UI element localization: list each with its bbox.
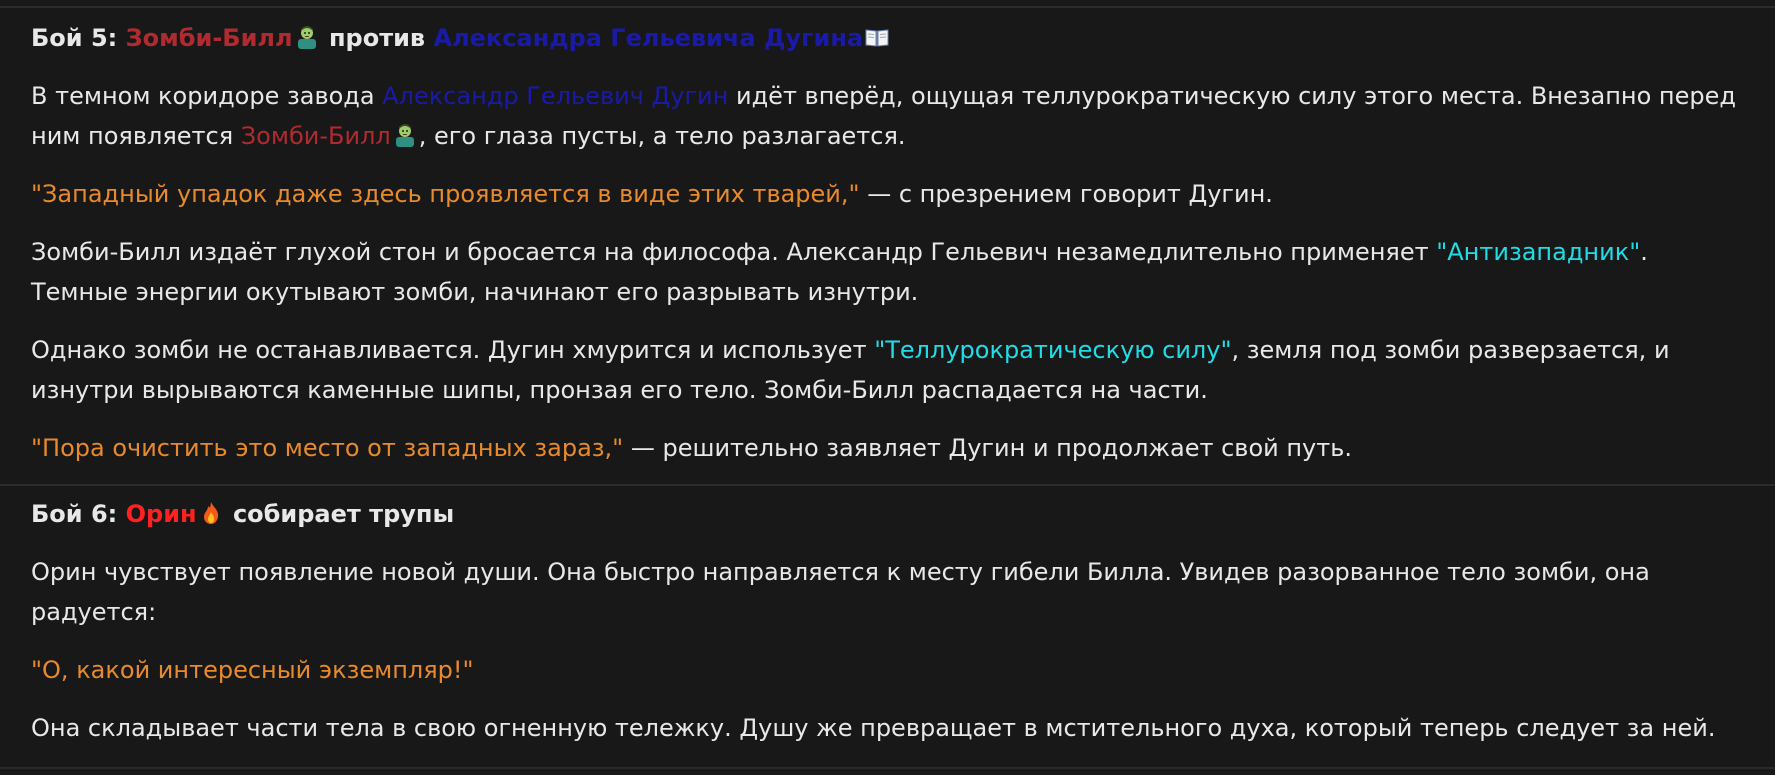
text-segment: ним появляется — [31, 122, 234, 150]
fight-5-heading: Бой 5: Зомби-Билл против Александра Гель… — [31, 18, 1775, 58]
fire-emoji-icon — [198, 498, 224, 524]
text-segment: изнутри вырываются каменные шипы, пронза… — [31, 376, 1208, 404]
text-segment: . — [1640, 238, 1648, 266]
chat-page: Бой 5: Зомби-Билл против Александра Гель… — [0, 0, 1775, 775]
fight-6-paragraph-1: Орин чувствует появление новой души. Она… — [31, 552, 1775, 632]
dugin-quote-2: "Пора очистить это место от западных зар… — [31, 434, 624, 462]
text-segment: Она складывает части тела в свою огненну… — [31, 714, 1716, 742]
fight-5-prefix: Бой 5: — [31, 24, 118, 52]
skill-tellurocratic-force: "Теллурократическую силу" — [874, 336, 1232, 364]
fight-6-prefix: Бой 6: — [31, 500, 118, 528]
skill-anti-western: "Антизападник" — [1436, 238, 1641, 266]
text-segment: В темном коридоре завода — [31, 82, 375, 110]
divider-bottom — [0, 767, 1775, 769]
text-segment: радуется: — [31, 598, 157, 626]
dugin-name-inline: Александр Гельевич Дугин — [382, 82, 729, 110]
open-book-emoji-icon — [864, 22, 890, 48]
zombie-emoji-icon — [294, 22, 320, 49]
fight-5-paragraph-2: "Западный упадок даже здесь проявляется … — [31, 174, 1775, 214]
fight-5-paragraph-1: В темном коридоре завода Александр Гелье… — [31, 76, 1775, 156]
zombie-emoji-icon — [392, 120, 418, 147]
divider-middle — [0, 484, 1775, 486]
fight-6-paragraph-2: "О, какой интересный экземпляр!" — [31, 650, 1775, 690]
text-segment: Зомби-Билл издаёт глухой стон и бросаетс… — [31, 238, 1429, 266]
text-segment: , земля под зомби разверзается, и — [1231, 336, 1670, 364]
fight-6-heading: Бой 6: Орин собирает трупы — [31, 494, 1775, 534]
fight-6-paragraph-3: Она складывает части тела в свою огненну… — [31, 708, 1775, 748]
fight-5-paragraph-4: Однако зомби не останавливается. Дугин х… — [31, 330, 1775, 410]
zombie-bill-name: Зомби-Билл — [125, 24, 293, 52]
fight-5-paragraph-3: Зомби-Билл издаёт глухой стон и бросаетс… — [31, 232, 1775, 312]
divider-top — [0, 6, 1775, 8]
text-segment: , его глаза пусты, а тело разлагается. — [418, 122, 906, 150]
text-segment: Темные энергии окутывают зомби, начинают… — [31, 278, 919, 306]
fight-5-section: Бой 5: Зомби-Билл против Александра Гель… — [31, 18, 1775, 468]
text-segment: Орин чувствует появление новой души. Она… — [31, 558, 1650, 586]
versus-text: против — [328, 24, 426, 52]
fight-6-section: Бой 6: Орин собирает трупы Орин чувствуе… — [31, 494, 1775, 748]
fight-6-title-rest: собирает трупы — [232, 500, 455, 528]
orin-quote: "О, какой интересный экземпляр!" — [31, 656, 474, 684]
fight-5-paragraph-5: "Пора очистить это место от западных зар… — [31, 428, 1775, 468]
text-segment: Однако зомби не останавливается. Дугин х… — [31, 336, 867, 364]
dugin-quote: "Западный упадок даже здесь проявляется … — [31, 180, 860, 208]
zombie-bill-name-inline: Зомби-Билл — [240, 122, 391, 150]
text-segment: идёт вперёд, ощущая теллурократическую с… — [735, 82, 1736, 110]
text-segment: — с презрением говорит Дугин. — [859, 180, 1273, 208]
text-segment: — решительно заявляет Дугин и продолжает… — [623, 434, 1353, 462]
dugin-name: Александра Гельевича Дугина — [433, 24, 864, 52]
orin-name: Орин — [125, 500, 197, 528]
